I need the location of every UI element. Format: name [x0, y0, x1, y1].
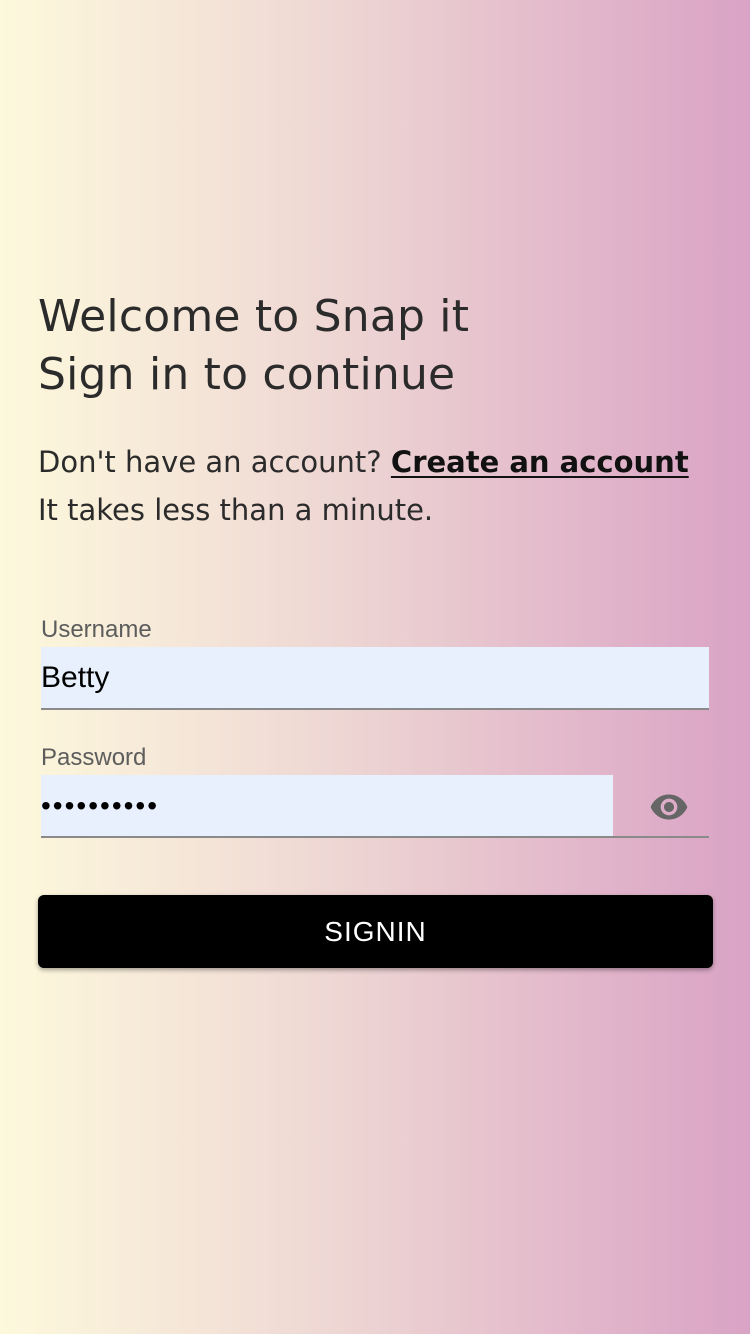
username-label: Username [41, 616, 152, 643]
username-field-container [41, 647, 709, 710]
create-account-link[interactable]: Create an account [391, 445, 689, 479]
signup-prompt: Don't have an account? Create an account… [38, 438, 689, 534]
username-input[interactable] [41, 647, 709, 708]
password-input[interactable] [41, 775, 613, 836]
password-label: Password [41, 744, 147, 771]
welcome-title: Welcome to Snap it [38, 291, 470, 342]
signup-subtext: It takes less than a minute. [38, 493, 434, 527]
signin-button[interactable]: SIGNIN [38, 895, 713, 968]
eye-icon[interactable] [646, 787, 692, 827]
signin-subtitle: Sign in to continue [38, 349, 456, 400]
page-title: Welcome to Snap it Sign in to continue [38, 288, 469, 404]
signup-prompt-text: Don't have an account? [38, 445, 382, 479]
password-field-container [41, 775, 709, 838]
